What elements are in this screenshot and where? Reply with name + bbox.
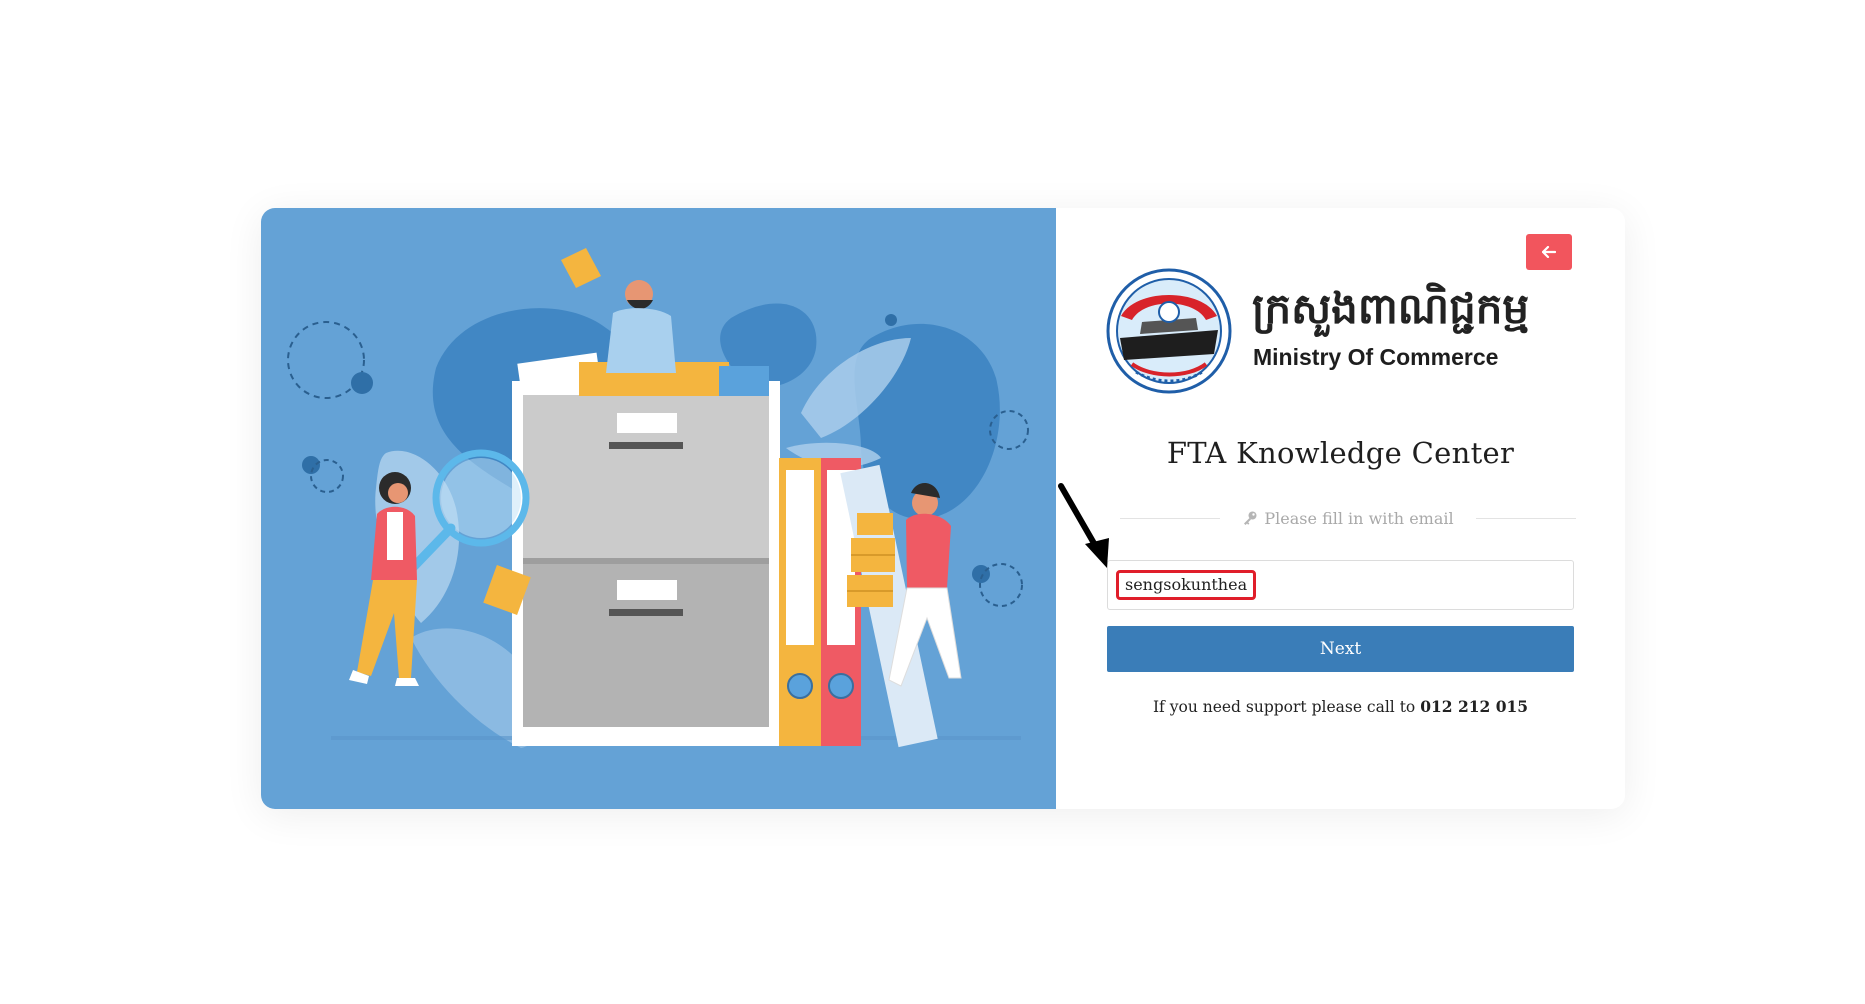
back-button[interactable]: [1526, 234, 1572, 270]
ministry-logo: ក្រសួងពាណិជ្ជកម្ម Ministry Of Commerce: [1106, 268, 1576, 398]
ministry-name-khmer: ក្រសួងពាណិជ្ជកម្ម: [1252, 284, 1530, 333]
support-phone[interactable]: 012 212 015: [1420, 697, 1528, 716]
key-icon: [1244, 511, 1257, 525]
filing-cabinet-illustration: [261, 208, 1056, 809]
next-button[interactable]: Next: [1107, 626, 1574, 672]
annotation-arrow-icon: [1058, 483, 1109, 568]
divider-line-left: [1120, 517, 1221, 519]
page: ក្រសួងពាណិជ្ជកម្ម Ministry Of Commerce F…: [0, 0, 1865, 1004]
email-input[interactable]: sengsokunthea: [1107, 560, 1574, 610]
arrow-left-icon: [1542, 246, 1556, 258]
support-info: If you need support please call to 012 2…: [1056, 697, 1625, 716]
page-title: FTA Knowledge Center: [1166, 436, 1515, 470]
email-input-value: sengsokunthea: [1116, 570, 1257, 600]
illustration-art: [287, 248, 1029, 748]
email-hint-text: Please fill in with email: [1264, 508, 1454, 528]
divider-line-right: [1475, 517, 1577, 519]
ministry-name-english: Ministry Of Commerce: [1253, 344, 1499, 370]
email-hint-divider: Please fill in with email: [1120, 506, 1577, 530]
login-panel: ក្រសួងពាណិជ្ជកម្ម Ministry Of Commerce F…: [1056, 208, 1625, 809]
email-hint: Please fill in with email: [1220, 509, 1475, 528]
support-text: If you need support please call to: [1152, 698, 1416, 716]
login-card: ក្រសួងពាណិជ្ជកម្ម Ministry Of Commerce F…: [261, 208, 1625, 809]
ministry-seal-icon: [1106, 268, 1232, 394]
